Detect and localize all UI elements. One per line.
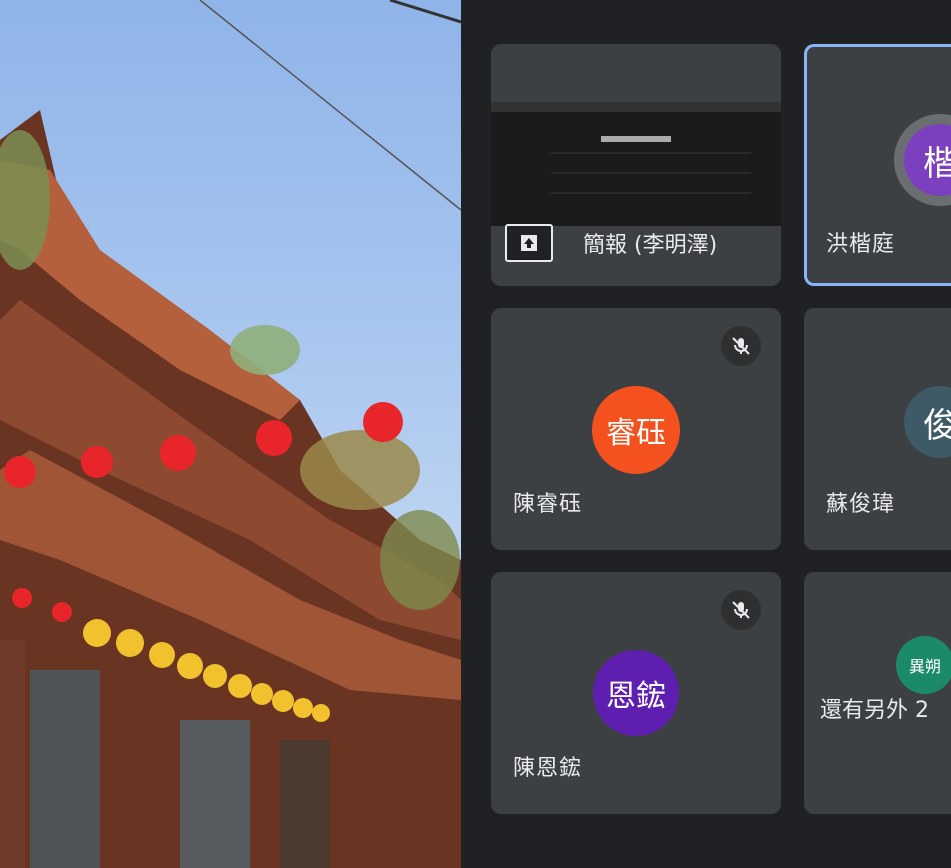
- participant-name: 陳睿砡: [513, 492, 583, 517]
- avatar: 俊: [904, 386, 951, 458]
- more-participants-label: 還有另外 2: [820, 698, 929, 723]
- participant-tile[interactable]: 恩鋐 陳恩鋐: [491, 572, 781, 814]
- participant-tile[interactable]: 楷 洪楷庭: [804, 44, 951, 286]
- temple-photo: [0, 0, 461, 868]
- avatar: 恩鋐: [593, 650, 679, 736]
- participant-name: 洪楷庭: [826, 232, 896, 257]
- more-participants-tile[interactable]: 異朔 還有另外 2: [804, 572, 951, 814]
- present-icon: [505, 224, 553, 262]
- participant-name: 蘇俊瑋: [826, 492, 896, 517]
- participant-tile[interactable]: 睿砡 陳睿砡: [491, 308, 781, 550]
- participant-name: 陳恩鋐: [513, 756, 583, 781]
- presentation-thumbnail: [491, 102, 781, 226]
- mic-off-icon: [721, 590, 761, 630]
- shared-screen: [0, 0, 461, 868]
- participant-grid: 簡報 (李明澤) 楷 洪楷庭 睿砡 陳睿砡 俊 蘇俊瑋 恩鋐 陳恩鋐 異朔 還有…: [461, 0, 951, 868]
- avatar: 異朔: [896, 636, 951, 694]
- presentation-label: 簡報 (李明澤): [583, 233, 718, 258]
- avatar: 睿砡: [592, 386, 680, 474]
- mic-off-icon: [721, 326, 761, 366]
- participant-tile[interactable]: 俊 蘇俊瑋: [804, 308, 951, 550]
- presentation-tile[interactable]: 簡報 (李明澤): [491, 44, 781, 286]
- presentation-label-row: 簡報 (李明澤): [505, 224, 717, 262]
